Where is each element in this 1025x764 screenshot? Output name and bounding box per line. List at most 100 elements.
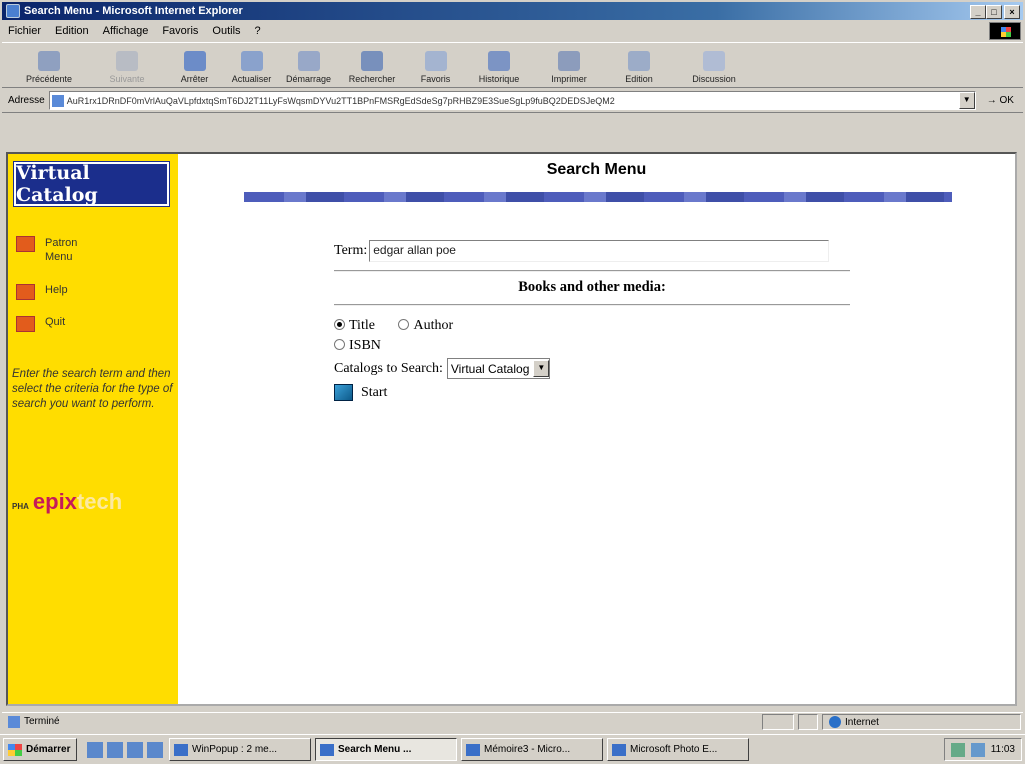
forward-button[interactable]: Suivante <box>88 43 166 87</box>
taskbar-item-search-menu[interactable]: Search Menu ... <box>315 738 457 761</box>
photo-editor-icon <box>612 743 626 756</box>
book-icon <box>16 284 35 300</box>
ie-icon <box>6 4 20 18</box>
quick-launch-icon[interactable] <box>107 741 123 758</box>
home-button[interactable]: Démarrage <box>280 43 337 87</box>
back-button[interactable]: Précédente <box>10 43 88 87</box>
windows-logo-icon <box>989 22 1021 40</box>
term-input[interactable]: edgar allan poe <box>369 240 830 262</box>
edit-button[interactable]: Edition <box>604 43 674 87</box>
author-option[interactable]: Author <box>398 318 453 333</box>
go-button[interactable]: → OK <box>987 95 1014 106</box>
menu-fichier[interactable]: Fichier <box>8 25 41 37</box>
menu-outils[interactable]: Outils <box>212 25 240 37</box>
start-button[interactable]: Start <box>334 384 850 401</box>
author-radio[interactable] <box>398 319 410 330</box>
search-instructions: Enter the search term and then select th… <box>12 368 173 410</box>
sidebar-item-quit[interactable]: Quit <box>16 316 65 332</box>
book-icon <box>16 316 35 332</box>
address-bar: Adresse AuR1rx1DRnDF0mVrlAuQaVLpfdxtqSmT… <box>2 89 1023 113</box>
book-icon <box>16 236 35 252</box>
print-icon <box>558 51 580 71</box>
isbn-option[interactable]: ISBN <box>334 338 850 354</box>
address-label: Adresse <box>8 95 45 106</box>
page-status-icon <box>8 715 20 728</box>
search-form: Term: edgar allan poe Books and other me… <box>334 240 850 401</box>
browser-window: Search Menu - Microsoft Internet Explore… <box>0 0 1025 764</box>
taskbar-item-memoire[interactable]: Mémoire3 - Micro... <box>461 738 603 761</box>
back-arrow-icon <box>38 51 60 71</box>
ie-icon <box>320 743 334 756</box>
term-label: Term: <box>334 243 368 258</box>
catalogs-label: Catalogs to Search: <box>334 360 443 376</box>
epixtech-logo: PHA epixtech <box>12 489 123 514</box>
search-button[interactable]: Rechercher <box>337 43 407 87</box>
toolbar: Précédente Suivante Arrêter Actualiser D… <box>2 42 1023 88</box>
quick-launch-icon[interactable] <box>127 741 143 758</box>
refresh-icon <box>240 51 263 71</box>
maximize-button[interactable]: □ <box>986 5 1002 19</box>
isbn-radio[interactable] <box>334 339 345 350</box>
discussion-icon <box>703 51 725 71</box>
address-input[interactable]: AuR1rx1DRnDF0mVrlAuQaVLpfdxtqSmT6DJ2T11L… <box>48 91 976 110</box>
close-button[interactable]: × <box>1004 5 1020 19</box>
term-row: Term: edgar allan poe <box>334 240 850 270</box>
home-icon <box>297 51 320 71</box>
start-menu-button[interactable]: Démarrer <box>3 738 77 761</box>
system-tray: 11:03 <box>943 738 1022 761</box>
favorites-icon <box>424 51 447 71</box>
zone-panel: Internet <box>822 714 1021 730</box>
print-button[interactable]: Imprimer <box>534 43 604 87</box>
history-icon <box>488 51 510 71</box>
stop-button[interactable]: Arrêter <box>166 43 223 87</box>
status-panel <box>762 714 794 730</box>
virtual-catalog-logo: Virtual Catalog <box>13 161 170 207</box>
history-button[interactable]: Historique <box>464 43 534 87</box>
refresh-button[interactable]: Actualiser <box>223 43 280 87</box>
word-icon <box>466 743 480 756</box>
title-radio[interactable] <box>334 319 345 330</box>
status-text: Terminé <box>24 716 60 727</box>
page-content: Virtual Catalog Patron Menu Help Quit En… <box>6 152 1017 706</box>
menu-help[interactable]: ? <box>255 25 261 37</box>
divider <box>334 304 850 306</box>
quick-launch-icon[interactable] <box>87 741 103 758</box>
catalog-select[interactable]: Virtual Catalog ▼ <box>446 358 551 379</box>
quick-launch-icon[interactable] <box>147 741 163 758</box>
favorites-button[interactable]: Favoris <box>407 43 464 87</box>
main-panel: Search Menu Term: edgar allan poe Books … <box>178 154 1015 704</box>
taskbar-item-photo-editor[interactable]: Microsoft Photo E... <box>607 738 749 761</box>
title-option[interactable]: Title <box>334 318 375 333</box>
stop-icon <box>183 51 206 71</box>
discussion-button[interactable]: Discussion <box>674 43 754 87</box>
status-panel <box>798 714 818 730</box>
tray-icon[interactable] <box>950 742 965 757</box>
search-type-options: Title Author <box>334 318 850 334</box>
globe-icon <box>829 716 841 728</box>
sidebar-item-patron-menu[interactable]: Patron Menu <box>16 236 95 264</box>
tray-icon[interactable] <box>970 742 985 757</box>
minimize-button[interactable]: _ <box>970 5 986 19</box>
sidebar-item-help[interactable]: Help <box>16 284 68 300</box>
quick-launch <box>87 741 163 758</box>
catalogs-row: Catalogs to Search: Virtual Catalog ▼ <box>334 358 850 379</box>
page-icon <box>51 94 64 107</box>
title-bar: Search Menu - Microsoft Internet Explore… <box>2 2 1023 20</box>
clock: 11:03 <box>990 744 1015 755</box>
dropdown-arrow-icon: ▼ <box>533 360 550 377</box>
status-bar: Terminé Internet <box>2 712 1023 730</box>
taskbar: Démarrer WinPopup : 2 me... Search Menu … <box>0 734 1025 764</box>
menu-bar: Fichier Edition Affichage Favoris Outils… <box>2 21 1023 41</box>
title-divider-bar <box>244 192 952 202</box>
menu-edition[interactable]: Edition <box>55 25 89 37</box>
sidebar: Virtual Catalog Patron Menu Help Quit En… <box>8 154 178 704</box>
taskbar-item-winpopup[interactable]: WinPopup : 2 me... <box>169 738 311 761</box>
menu-favoris[interactable]: Favoris <box>162 25 198 37</box>
menu-affichage[interactable]: Affichage <box>103 25 149 37</box>
page-title: Search Menu <box>546 161 647 178</box>
start-icon <box>334 384 353 401</box>
search-icon <box>361 51 383 71</box>
forward-arrow-icon <box>116 51 138 71</box>
app-icon <box>174 743 188 756</box>
address-dropdown-button[interactable]: ▼ <box>958 92 975 109</box>
